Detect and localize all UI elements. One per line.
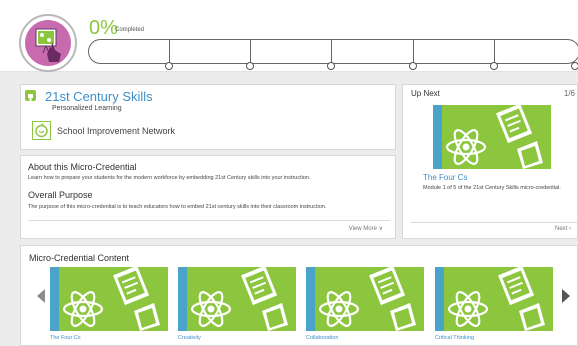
about-text: Learn how to prepare your students for t… (28, 175, 311, 181)
module-thumbnail[interactable] (423, 105, 561, 169)
badge-icon (25, 20, 71, 66)
content-item[interactable]: Critical Thinking (435, 267, 553, 346)
about-card: About this Micro-Credential Learn how to… (20, 155, 396, 239)
milestone-tick (494, 39, 495, 63)
up-next-card: Up Next 1/6 The Four Cs Module 1 of 5 of… (402, 84, 578, 239)
content-item[interactable]: Collaboration (306, 267, 424, 346)
organization-logo-icon (32, 121, 51, 140)
module-thumbnail (306, 267, 424, 331)
progress-header: 0% Completed (0, 0, 578, 72)
divider (28, 220, 390, 221)
milestone-node[interactable] (246, 62, 254, 70)
progress-label: Completed (115, 27, 145, 33)
milestone-node[interactable] (490, 62, 498, 70)
up-next-heading: Up Next (411, 89, 440, 98)
divider (411, 222, 577, 223)
content-item[interactable]: The Four Cs (50, 267, 168, 346)
milestone-tick (413, 39, 414, 63)
content-item-label[interactable]: Critical Thinking (435, 335, 553, 341)
progress-percent: 0% (89, 17, 118, 39)
milestone-node[interactable] (409, 62, 417, 70)
content-item-label[interactable]: Collaboration (306, 335, 424, 341)
content-item-label[interactable]: The Four Cs (50, 335, 168, 341)
milestone-node[interactable] (571, 62, 578, 70)
milestone-node[interactable] (165, 62, 173, 70)
view-more-button[interactable]: View More ∨ (349, 225, 383, 232)
up-next-description: Module 1 of 5 of the 21st Century Skills… (423, 185, 561, 191)
content-item[interactable]: Creativity (178, 267, 296, 346)
credential-title[interactable]: 21st Century Skills (45, 89, 153, 104)
credential-badge (19, 14, 77, 72)
milestone-node[interactable] (327, 62, 335, 70)
content-item-label[interactable]: Creativity (178, 335, 296, 341)
about-heading: About this Micro-Credential (28, 162, 137, 172)
credential-subtitle: Personalized Learning (52, 105, 122, 112)
carousel-next-icon[interactable] (562, 289, 570, 303)
badge-square-icon (25, 90, 36, 101)
purpose-text: The purpose of this micro-credential is … (28, 204, 327, 210)
carousel-prev-icon[interactable] (37, 289, 45, 303)
purpose-heading: Overall Purpose (28, 190, 93, 200)
module-thumbnail (50, 267, 168, 331)
next-button[interactable]: Next › (555, 226, 571, 232)
content-card: Micro-Credential Content The Four Cs Cre… (20, 245, 578, 346)
up-next-counter: 1/6 (563, 89, 575, 98)
milestone-tick (331, 39, 332, 63)
content-heading: Micro-Credential Content (29, 253, 130, 263)
organization-name[interactable]: School Improvement Network (57, 126, 175, 136)
up-next-title[interactable]: The Four Cs (423, 173, 467, 182)
module-thumbnail (178, 267, 296, 331)
milestone-tick (169, 39, 170, 63)
milestone-tick (250, 39, 251, 63)
module-thumbnail (435, 267, 553, 331)
credential-title-card: 21st Century Skills Personalized Learnin… (20, 84, 396, 150)
progress-track (88, 39, 578, 64)
